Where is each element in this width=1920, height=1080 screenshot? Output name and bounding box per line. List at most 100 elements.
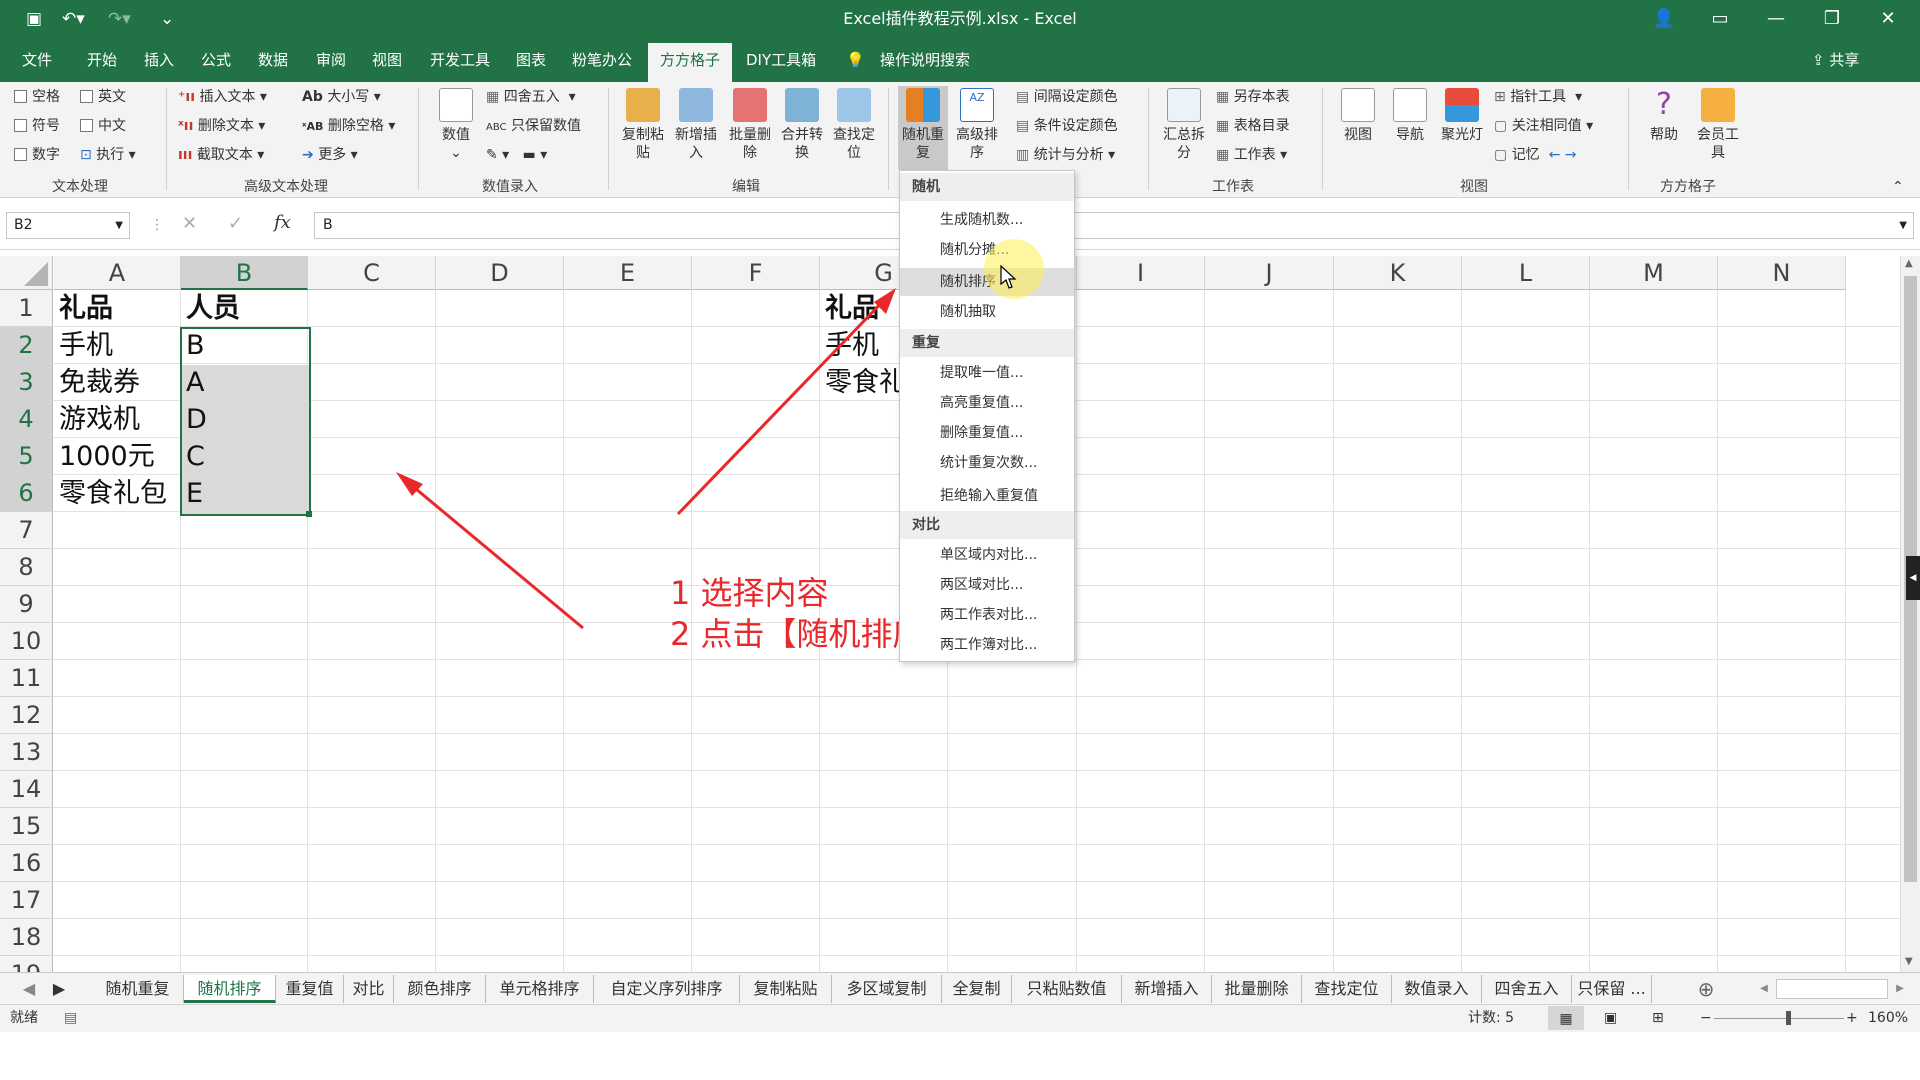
tell-me-icon[interactable]: 💡	[846, 49, 865, 71]
page-break-icon[interactable]: ⊞	[1652, 1005, 1664, 1031]
menu-item-delete-dup[interactable]: 删除重复值...	[900, 419, 1074, 447]
sheet-tab-6[interactable]: 自定义序列排序	[594, 975, 740, 1003]
page-layout-icon[interactable]: ▣	[1604, 1005, 1617, 1031]
tab-ffgz[interactable]: 方方格子	[648, 43, 733, 82]
hscroll-right-icon[interactable]: ▶	[1892, 975, 1908, 1003]
add-sheet-icon[interactable]: ⊕	[1692, 975, 1720, 1003]
random-repeat-button[interactable]: 随机重复	[898, 86, 948, 170]
menu-item-highlight-dup[interactable]: 高亮重复值...	[900, 389, 1074, 417]
zoom-out-icon[interactable]: −	[1700, 1005, 1712, 1031]
tab-data[interactable]: 数据	[258, 49, 288, 71]
tab-fenbi[interactable]: 粉笔办公	[572, 49, 632, 71]
delete-text-button[interactable]: ˣıı 删除文本 ▾	[178, 117, 265, 135]
sheet-tab-11[interactable]: 新增插入	[1122, 975, 1212, 1003]
batch-delete-button[interactable]: 批量删除	[724, 88, 776, 162]
menu-item-compare-single[interactable]: 单区域内对比...	[900, 541, 1074, 569]
sheet-tab-8[interactable]: 多区域复制	[832, 975, 942, 1003]
check-number[interactable]: 数字	[14, 146, 60, 164]
prev-sheet-icon[interactable]: ◀	[18, 975, 40, 1003]
sheet-tab-9[interactable]: 全复制	[942, 975, 1012, 1003]
menu-item-reject-dup[interactable]: 拒绝输入重复值	[900, 482, 1074, 510]
sheet-tab-2[interactable]: 重复值	[276, 975, 344, 1003]
edit-tools-icon[interactable]: ✎ ▾ ▬ ▾	[486, 146, 547, 164]
pointer-tool-button[interactable]: ⊞ 指针工具 ▾	[1494, 88, 1582, 106]
account-icon[interactable]: 👤	[1640, 0, 1688, 38]
scroll-up-icon[interactable]: ▲	[1905, 258, 1913, 269]
round-button[interactable]: ▦ 四舍五入 ▾	[486, 88, 576, 106]
vertical-scrollbar[interactable]: ▲ ▼	[1900, 256, 1920, 972]
normal-view-icon[interactable]: ▦	[1548, 1006, 1584, 1030]
collapse-ribbon-icon[interactable]: ⌃	[1892, 178, 1904, 196]
enter-icon[interactable]: ✓	[228, 215, 243, 233]
stats-button[interactable]: ▥ 统计与分析 ▾	[1016, 146, 1115, 164]
memory-button[interactable]: ▢ 记忆 ← →	[1494, 146, 1577, 164]
table-toc-button[interactable]: ▦ 表格目录	[1216, 117, 1290, 135]
menu-item-random-pick[interactable]: 随机抽取	[900, 298, 1074, 326]
side-panel-toggle-icon[interactable]: ◀	[1906, 556, 1920, 600]
zoom-level[interactable]: 160%	[1868, 1005, 1908, 1031]
close-icon[interactable]: ✕	[1864, 0, 1912, 38]
sheet-tab-16[interactable]: 只保留 ...	[1572, 975, 1652, 1003]
tab-diy[interactable]: DIY工具箱	[746, 49, 816, 71]
copy-paste-button[interactable]: 复制粘贴	[618, 88, 668, 162]
sheet-tab-1[interactable]: 随机排序	[184, 975, 276, 1003]
condition-color-button[interactable]: ▤ 条件设定颜色	[1016, 117, 1118, 135]
spotlight-button[interactable]: 聚光灯	[1438, 88, 1486, 144]
more-button[interactable]: ➔ 更多 ▾	[302, 146, 358, 164]
minimize-icon[interactable]: —	[1752, 0, 1800, 38]
scroll-down-icon[interactable]: ▼	[1905, 956, 1913, 967]
zoom-slider-thumb[interactable]	[1786, 1011, 1791, 1025]
sheet-tab-4[interactable]: 颜色排序	[394, 975, 486, 1003]
value-button[interactable]: 数值 ⌄	[432, 88, 480, 162]
share-button[interactable]: ⇪ 共享	[1812, 49, 1859, 71]
tab-developer[interactable]: 开发工具	[430, 49, 490, 71]
tab-insert[interactable]: 插入	[144, 49, 174, 71]
worksheet-button[interactable]: ▦ 工作表 ▾	[1216, 146, 1287, 164]
formula-input[interactable]: B ▼	[314, 212, 1914, 239]
check-chinese[interactable]: 中文	[80, 117, 126, 135]
name-box[interactable]: B2 ▼	[6, 212, 130, 239]
check-symbol[interactable]: 符号	[14, 117, 60, 135]
cancel-icon[interactable]: ✕	[182, 215, 197, 233]
fx-icon[interactable]: fx	[274, 214, 291, 232]
next-sheet-icon[interactable]: ▶	[48, 975, 70, 1003]
menu-item-compare-two-sheet[interactable]: 两工作表对比...	[900, 601, 1074, 629]
horizontal-scrollbar[interactable]	[1776, 979, 1888, 999]
help-button[interactable]: ? 帮助	[1640, 88, 1688, 144]
tab-formulas[interactable]: 公式	[201, 49, 231, 71]
hscroll-left-icon[interactable]: ◀	[1756, 975, 1772, 1003]
summary-split-button[interactable]: 汇总拆分	[1158, 88, 1210, 162]
sheet-tab-13[interactable]: 查找定位	[1302, 975, 1392, 1003]
keep-value-button[interactable]: ABC 只保留数值	[486, 117, 581, 137]
menu-item-count-dup[interactable]: 统计重复次数...	[900, 449, 1074, 477]
maximize-icon[interactable]: ❐	[1808, 0, 1856, 38]
merge-convert-button[interactable]: 合并转换	[776, 88, 828, 162]
tab-review[interactable]: 审阅	[316, 49, 346, 71]
sheet-tab-5[interactable]: 单元格排序	[486, 975, 594, 1003]
forward-arrow-icon[interactable]: →	[1565, 147, 1577, 163]
new-insert-button[interactable]: 新增插入	[670, 88, 722, 162]
tab-charts[interactable]: 图表	[516, 49, 546, 71]
ribbon-display-icon[interactable]: ▭	[1696, 0, 1744, 38]
sheet-tab-3[interactable]: 对比	[344, 975, 394, 1003]
advanced-sort-button[interactable]: AZ 高级排序	[952, 88, 1002, 162]
sheet-tab-15[interactable]: 四舍五入	[1482, 975, 1572, 1003]
back-arrow-icon[interactable]: ←	[1549, 147, 1561, 163]
member-tools-button[interactable]: 会员工具	[1694, 88, 1742, 162]
menu-item-extract-unique[interactable]: 提取唯一值...	[900, 359, 1074, 387]
zoom-slider[interactable]	[1714, 1018, 1844, 1019]
tab-home[interactable]: 开始	[87, 49, 117, 71]
sheet-tab-7[interactable]: 复制粘贴	[740, 975, 832, 1003]
delete-space-button[interactable]: ˣAB 删除空格 ▾	[302, 117, 395, 136]
sheet-tab-12[interactable]: 批量删除	[1212, 975, 1302, 1003]
nav-button[interactable]: 导航	[1386, 88, 1434, 144]
tab-tell-me[interactable]: 操作说明搜索	[880, 49, 970, 71]
tab-file[interactable]: 文件	[22, 49, 52, 71]
check-english[interactable]: 英文	[80, 88, 126, 106]
find-locate-button[interactable]: 查找定位	[828, 88, 880, 162]
zoom-in-icon[interactable]: +	[1846, 1005, 1858, 1031]
sheet-tab-0[interactable]: 随机重复	[92, 975, 184, 1003]
menu-item-compare-two-book[interactable]: 两工作簿对比...	[900, 631, 1074, 659]
check-space[interactable]: 空格	[14, 88, 60, 106]
view-button[interactable]: 视图	[1334, 88, 1382, 144]
